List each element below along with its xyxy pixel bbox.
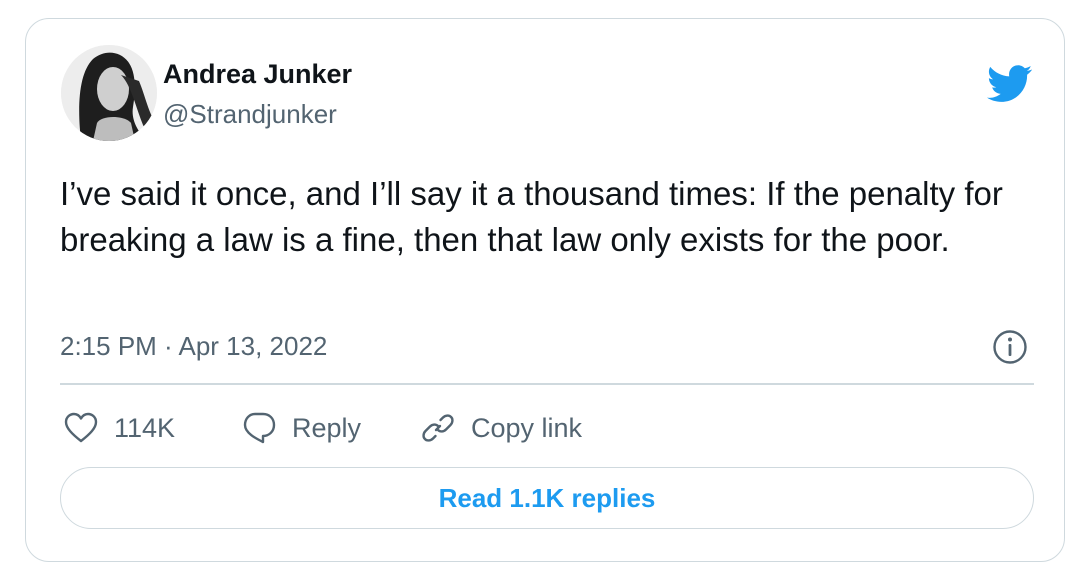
like-button[interactable]: 114K	[64, 409, 175, 447]
link-icon	[422, 414, 454, 442]
like-count: 114K	[114, 412, 176, 443]
copy-link-button[interactable]: Copy link	[421, 409, 582, 447]
copy-link-label: Copy link	[471, 412, 583, 443]
avatar[interactable]	[61, 45, 157, 141]
author-handle[interactable]: @Strandjunker	[163, 99, 337, 130]
tweet-timestamp[interactable]: 2:15 PM · Apr 13, 2022	[60, 331, 327, 362]
author-name[interactable]: Andrea Junker	[163, 59, 352, 90]
divider	[60, 383, 1034, 385]
read-replies-button[interactable]: Read 1.1K replies	[60, 467, 1034, 529]
tweet-text: I’ve said it once, and I’ll say it a tho…	[60, 175, 1003, 258]
speech-bubble-icon	[243, 412, 276, 444]
heart-icon	[64, 412, 98, 443]
twitter-bird-icon[interactable]	[987, 65, 1033, 103]
info-icon[interactable]	[992, 329, 1028, 365]
avatar-photo	[61, 45, 157, 141]
tweet-card: Andrea Junker @Strandjunker I’ve said it…	[25, 18, 1065, 562]
reply-button[interactable]: Reply	[242, 409, 361, 447]
reply-label: Reply	[292, 412, 362, 443]
